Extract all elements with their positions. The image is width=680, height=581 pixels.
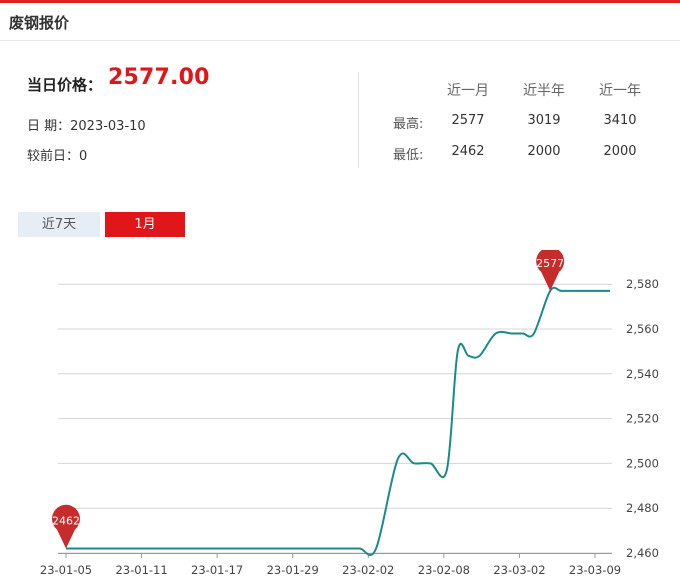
date-text: 日 期：2023-03-10: [27, 119, 146, 134]
pin-label: 2577: [536, 257, 564, 270]
x-tick-label: 23-02-08: [418, 563, 470, 577]
section-header: 废钢报价: [0, 3, 680, 41]
x-tick-label: 23-01-17: [191, 563, 243, 577]
tab-7-days[interactable]: 近7天: [18, 212, 100, 237]
y-tick-label: 2,520: [626, 412, 659, 426]
change-text: 较前日：0: [27, 149, 88, 164]
stats-header-year: 近一年: [599, 83, 641, 99]
y-tick-label: 2,540: [626, 367, 659, 381]
price-marker-pin: 2577: [536, 250, 564, 291]
stats-high-year: 3410: [603, 113, 637, 128]
stats-row-high-label: 最高:: [393, 117, 424, 132]
price-marker-pin: 2462: [52, 504, 81, 549]
x-tick-label: 23-01-11: [115, 563, 167, 577]
y-tick-label: 2,500: [626, 456, 659, 470]
x-tick-label: 23-01-29: [267, 563, 319, 577]
price-line-chart: 2,460 2,480 2,500 2,520 2,540 2,560 2,580 23-01…: [40, 250, 659, 577]
y-tick-label: 2,460: [626, 546, 659, 560]
summary-divider: [358, 72, 359, 168]
y-tick-label: 2,580: [626, 277, 659, 291]
x-tick-label: 23-01-05: [40, 563, 92, 577]
pin-label: 2462: [52, 515, 80, 528]
today-price-label: 当日价格：: [27, 76, 103, 94]
tab-1-month[interactable]: 1月: [105, 212, 185, 237]
price-series-line: [65, 286, 610, 557]
stats-high-month: 2577: [451, 113, 485, 128]
stats-low-year: 2000: [603, 144, 637, 159]
x-tick-label: 23-03-09: [569, 563, 621, 577]
x-tick-label: 23-03-02: [493, 563, 545, 577]
y-tick-label: 2,480: [626, 501, 659, 515]
today-price-value: 2577.00: [108, 65, 210, 90]
section-title: 废钢报价: [9, 14, 70, 32]
stats-low-month: 2462: [451, 144, 485, 159]
stats-header-half-year: 近半年: [523, 83, 565, 99]
stats-high-half-year: 3019: [527, 113, 561, 128]
y-tick-label: 2,560: [626, 322, 659, 336]
stats-low-half-year: 2000: [527, 144, 561, 159]
stats-row-low-label: 最低:: [393, 148, 424, 163]
stats-header-month: 近一月: [447, 83, 489, 99]
x-tick-label: 23-02-02: [342, 563, 394, 577]
